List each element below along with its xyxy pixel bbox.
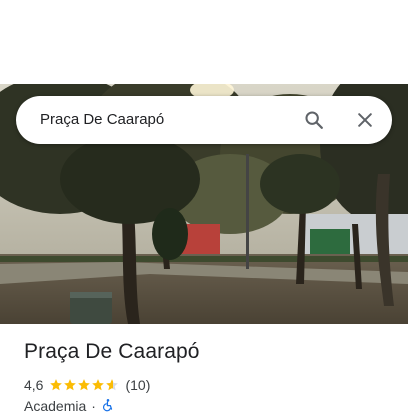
top-blank-area — [0, 0, 408, 84]
search-icon[interactable] — [298, 104, 330, 136]
star-icon — [92, 379, 105, 391]
search-query-text[interactable]: Praça De Caarapó — [40, 96, 164, 144]
place-title: Praça De Caarapó — [24, 340, 200, 363]
review-count[interactable]: (10) — [125, 377, 150, 393]
category-row: Academia · — [24, 397, 115, 415]
search-bar[interactable]: Praça De Caarapó — [16, 96, 392, 144]
place-category[interactable]: Academia — [24, 398, 86, 414]
star-icon — [50, 379, 63, 391]
separator-dot: · — [91, 398, 96, 414]
rating-stars — [49, 378, 119, 392]
rating-row[interactable]: 4,6 (10) — [24, 376, 150, 394]
rating-value: 4,6 — [24, 377, 44, 393]
star-icon — [64, 379, 77, 391]
close-icon[interactable] — [349, 104, 381, 136]
star-icon — [106, 379, 119, 391]
wheelchair-icon — [101, 398, 115, 415]
star-icon — [78, 379, 91, 391]
